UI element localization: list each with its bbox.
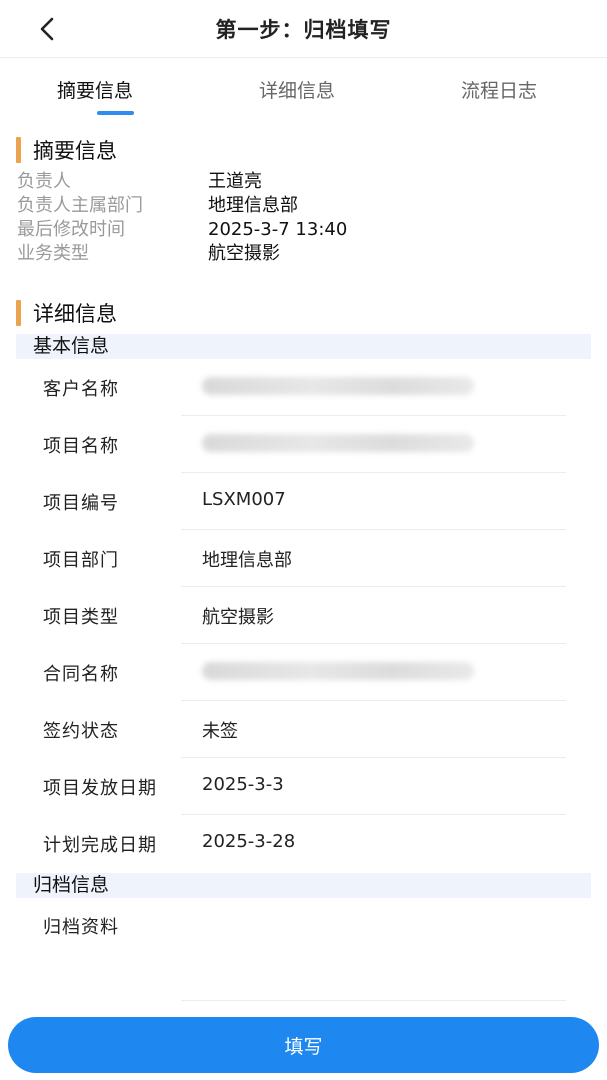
detail-row-signing-status: 签约状态 未签 [43, 701, 566, 758]
summary-value: 地理信息部 [208, 195, 298, 216]
detail-row-customer-name: 客户名称 [43, 359, 566, 416]
summary-row-department: 负责人主属部门 地理信息部 [17, 194, 577, 218]
tab-process-log[interactable]: 流程日志 [461, 76, 537, 103]
detail-value: LSXM007 [202, 489, 286, 510]
active-tab-indicator [97, 111, 134, 115]
detail-label: 项目编号 [43, 493, 119, 514]
detail-label: 项目类型 [43, 607, 119, 628]
details-section-header: 详细信息 [16, 299, 117, 327]
detail-value: 航空摄影 [202, 607, 274, 628]
summary-label: 负责人 [17, 171, 71, 192]
tab-summary[interactable]: 摘要信息 [57, 76, 133, 103]
summary-label: 业务类型 [17, 243, 89, 264]
redacted-value [202, 660, 474, 685]
summary-label: 最后修改时间 [17, 219, 125, 240]
details-section-title: 详细信息 [33, 302, 117, 326]
detail-row-project-type: 项目类型 航空摄影 [43, 587, 566, 644]
archive-info-group-header: 归档信息 [16, 873, 591, 898]
detail-value: 2025-3-3 [202, 774, 284, 795]
detail-label: 合同名称 [43, 664, 119, 685]
detail-value: 地理信息部 [202, 550, 292, 571]
detail-label: 签约状态 [43, 721, 119, 742]
summary-value: 航空摄影 [208, 243, 280, 264]
row-divider [181, 1000, 566, 1001]
detail-row-contract-name: 合同名称 [43, 644, 566, 701]
detail-row-project-department: 项目部门 地理信息部 [43, 530, 566, 587]
detail-row-planned-completion-date: 计划完成日期 2025-3-28 [43, 815, 566, 872]
detail-value: 未签 [202, 721, 238, 742]
detail-row-issue-date: 项目发放日期 2025-3-3 [43, 758, 566, 815]
summary-row-business-type: 业务类型 航空摄影 [17, 242, 577, 266]
fill-button[interactable]: 填写 [8, 1017, 599, 1073]
section-accent-bar [16, 137, 21, 163]
detail-label: 计划完成日期 [43, 835, 157, 856]
tab-bar: 摘要信息 详细信息 流程日志 [0, 58, 607, 122]
summary-value: 2025-3-7 13:40 [208, 219, 348, 240]
summary-row-modified-time: 最后修改时间 2025-3-7 13:40 [17, 218, 577, 242]
summary-value: 王道亮 [208, 171, 262, 192]
detail-row-project-number: 项目编号 LSXM007 [43, 473, 566, 530]
section-accent-bar [16, 300, 21, 326]
redacted-value [202, 375, 474, 400]
top-bar: 第一步：归档填写 [0, 0, 607, 58]
detail-label: 项目部门 [43, 550, 119, 571]
summary-row-owner: 负责人 王道亮 [17, 170, 577, 194]
detail-label: 项目名称 [43, 436, 119, 457]
basic-info-group-header: 基本信息 [16, 334, 591, 359]
detail-value: 2025-3-28 [202, 831, 296, 852]
detail-label: 客户名称 [43, 379, 119, 400]
redacted-value [202, 432, 474, 457]
archive-materials-label: 归档资料 [43, 917, 119, 938]
tab-details[interactable]: 详细信息 [259, 76, 335, 103]
detail-label: 项目发放日期 [43, 778, 157, 799]
page-title: 第一步：归档填写 [215, 18, 392, 42]
summary-section-header: 摘要信息 [16, 136, 117, 164]
summary-section-title: 摘要信息 [33, 139, 117, 163]
summary-label: 负责人主属部门 [17, 195, 143, 216]
detail-row-project-name: 项目名称 [43, 416, 566, 473]
